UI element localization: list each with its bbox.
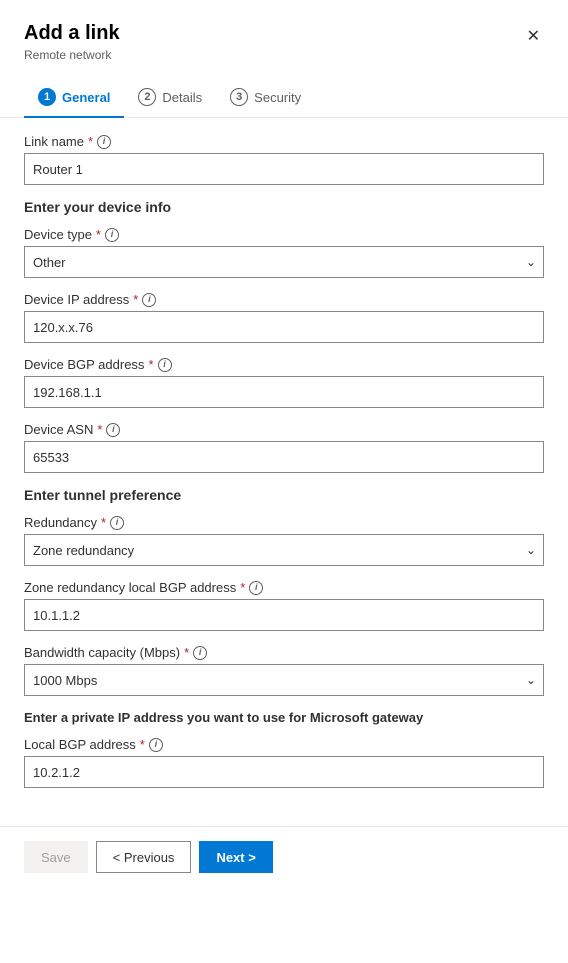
device-type-select[interactable]: Other Cisco Juniper Fortinet	[24, 246, 544, 278]
tab-general-number: 1	[38, 88, 56, 106]
device-bgp-required: *	[148, 357, 153, 372]
save-button[interactable]: Save	[24, 841, 88, 873]
local-bgp-required: *	[140, 737, 145, 752]
tab-general[interactable]: 1 General	[24, 80, 124, 118]
tab-general-label: General	[62, 90, 110, 105]
bandwidth-select[interactable]: 500 Mbps 1000 Mbps 2000 Mbps	[24, 664, 544, 696]
device-bgp-group: Device BGP address * i	[24, 357, 544, 408]
device-ip-info-icon[interactable]: i	[142, 293, 156, 307]
close-icon: ✕	[527, 26, 540, 46]
zone-bgp-input[interactable]	[24, 599, 544, 631]
modal-subtitle: Remote network	[24, 48, 120, 62]
bandwidth-group: Bandwidth capacity (Mbps) * i 500 Mbps 1…	[24, 645, 544, 696]
device-asn-input[interactable]	[24, 441, 544, 473]
redundancy-group: Redundancy * i Zone redundancy No redund…	[24, 515, 544, 566]
device-type-group: Device type * i Other Cisco Juniper Fort…	[24, 227, 544, 278]
link-name-label: Link name * i	[24, 134, 544, 149]
zone-bgp-required: *	[240, 580, 245, 595]
bandwidth-required: *	[184, 645, 189, 660]
tunnel-section-heading: Enter tunnel preference	[24, 487, 544, 503]
device-bgp-input[interactable]	[24, 376, 544, 408]
device-bgp-label: Device BGP address * i	[24, 357, 544, 372]
link-name-group: Link name * i	[24, 134, 544, 185]
bandwidth-select-wrapper: 500 Mbps 1000 Mbps 2000 Mbps ⌄	[24, 664, 544, 696]
modal-container: Add a link Remote network ✕ 1 General 2 …	[0, 0, 568, 963]
previous-button[interactable]: < Previous	[96, 841, 192, 873]
form-body: Link name * i Enter your device info Dev…	[0, 118, 568, 902]
device-ip-required: *	[133, 292, 138, 307]
zone-bgp-label: Zone redundancy local BGP address * i	[24, 580, 544, 595]
device-type-required: *	[96, 227, 101, 242]
device-type-info-icon[interactable]: i	[105, 228, 119, 242]
device-ip-label: Device IP address * i	[24, 292, 544, 307]
modal-title: Add a link	[24, 20, 120, 46]
modal-header: Add a link Remote network ✕	[0, 0, 568, 72]
device-bgp-info-icon[interactable]: i	[158, 358, 172, 372]
device-asn-label: Device ASN * i	[24, 422, 544, 437]
local-bgp-input[interactable]	[24, 756, 544, 788]
tab-details-number: 2	[138, 88, 156, 106]
local-bgp-info-icon[interactable]: i	[149, 738, 163, 752]
redundancy-select-wrapper: Zone redundancy No redundancy ⌄	[24, 534, 544, 566]
modal-title-group: Add a link Remote network	[24, 20, 120, 62]
tabs-row: 1 General 2 Details 3 Security	[0, 72, 568, 118]
next-button[interactable]: Next >	[199, 841, 272, 873]
tab-details-label: Details	[162, 90, 202, 105]
tab-security-number: 3	[230, 88, 248, 106]
link-name-info-icon[interactable]: i	[97, 135, 111, 149]
device-asn-required: *	[97, 422, 102, 437]
device-asn-group: Device ASN * i	[24, 422, 544, 473]
bandwidth-info-icon[interactable]: i	[193, 646, 207, 660]
link-name-input[interactable]	[24, 153, 544, 185]
device-type-label: Device type * i	[24, 227, 544, 242]
bandwidth-label: Bandwidth capacity (Mbps) * i	[24, 645, 544, 660]
device-asn-info-icon[interactable]: i	[106, 423, 120, 437]
close-button[interactable]: ✕	[523, 22, 544, 50]
zone-bgp-info-icon[interactable]: i	[249, 581, 263, 595]
redundancy-info-icon[interactable]: i	[110, 516, 124, 530]
footer: Save < Previous Next >	[0, 826, 568, 887]
gateway-heading: Enter a private IP address you want to u…	[24, 710, 544, 725]
local-bgp-label: Local BGP address * i	[24, 737, 544, 752]
device-ip-group: Device IP address * i	[24, 292, 544, 343]
redundancy-required: *	[101, 515, 106, 530]
redundancy-label: Redundancy * i	[24, 515, 544, 530]
device-section-heading: Enter your device info	[24, 199, 544, 215]
local-bgp-group: Local BGP address * i	[24, 737, 544, 788]
device-ip-input[interactable]	[24, 311, 544, 343]
tab-security-label: Security	[254, 90, 301, 105]
tab-details[interactable]: 2 Details	[124, 80, 216, 118]
device-type-select-wrapper: Other Cisco Juniper Fortinet ⌄	[24, 246, 544, 278]
redundancy-select[interactable]: Zone redundancy No redundancy	[24, 534, 544, 566]
tab-security[interactable]: 3 Security	[216, 80, 315, 118]
zone-bgp-group: Zone redundancy local BGP address * i	[24, 580, 544, 631]
link-name-required: *	[88, 134, 93, 149]
